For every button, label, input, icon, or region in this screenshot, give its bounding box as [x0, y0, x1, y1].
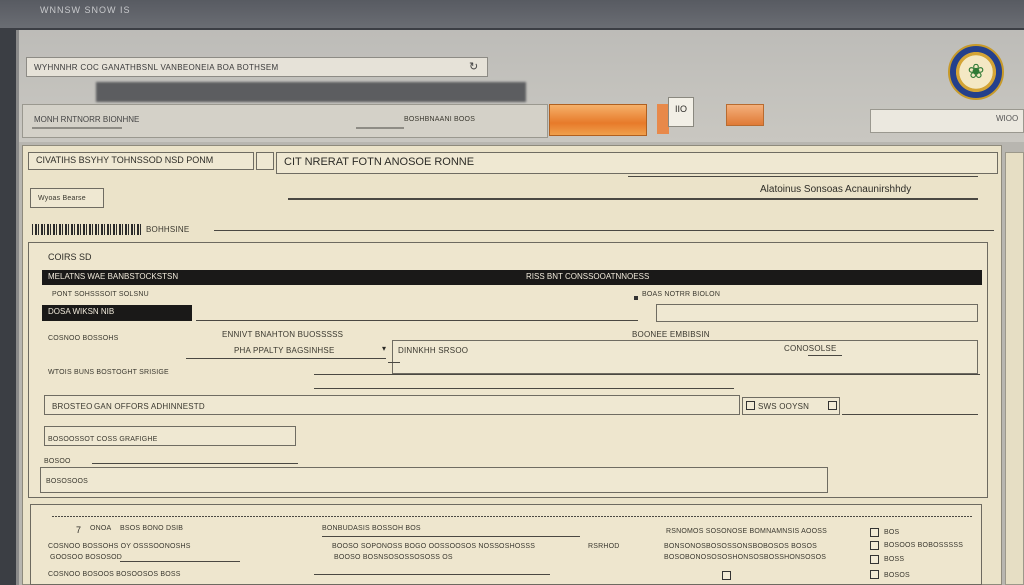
dark-field: DOSA WIKSN NIB — [42, 305, 192, 321]
divider — [388, 362, 400, 363]
table-cell: COSNOO BOSSOHS OY OSSSOONOSHS — [48, 543, 191, 550]
checkbox[interactable] — [746, 401, 755, 410]
tab-underline — [32, 127, 122, 129]
check-label: BOSOS — [884, 572, 910, 579]
divider — [628, 176, 978, 177]
divider — [322, 536, 580, 537]
checkbox[interactable] — [870, 570, 879, 579]
section-header-bar: MELATNS WAE BANBSTOCKSTSN RISS BNT CONSS… — [42, 270, 982, 285]
active-tab[interactable] — [549, 104, 647, 136]
checkbox[interactable] — [870, 528, 879, 537]
check-label: BOSOOS BOBOSSSSS — [884, 542, 964, 549]
table-cell: COSNOO BOSOOS BOSOOSOS BOSS — [48, 571, 181, 578]
column-header: BSOS BONO DSIB — [120, 525, 184, 532]
field-label: BOSOOSSOT COSS GRAFIGHE — [48, 436, 158, 443]
section-title: COIRS SD — [48, 252, 92, 262]
type-select-label: SWS OOYSN — [758, 402, 810, 411]
input-line[interactable] — [92, 463, 298, 464]
field-label: PONT SOHSSSOIT SOLSNU — [52, 291, 149, 298]
input-line[interactable] — [314, 374, 980, 375]
small-box-label: Wyoas Bearse — [38, 195, 86, 202]
input-line[interactable] — [186, 358, 386, 359]
check-label: BOSS — [884, 556, 905, 563]
dropdown-select[interactable] — [392, 340, 978, 374]
dotted-divider — [52, 516, 972, 517]
tab-chip[interactable] — [726, 104, 764, 126]
bar-left-label: MELATNS WAE BANBSTOCKSTSN — [48, 272, 179, 281]
window-titlebar — [0, 0, 1024, 28]
input-line — [808, 355, 842, 356]
seal-emblem-icon: ❀ — [967, 61, 985, 83]
input-line[interactable] — [196, 320, 638, 321]
field-label: WTOIS BUNS BOSTOGHT SRISIGE — [48, 369, 169, 376]
chevron-down-icon[interactable]: ▾ — [382, 344, 386, 353]
tab-underline — [356, 127, 404, 129]
column-header: RSNOMOS SOSONOSE BOMNAMNSIS AOOSS — [666, 528, 828, 535]
field-label: CONOSOLSE — [784, 344, 837, 353]
field-label: ENNIVT BNAHTON BUOSSSSS — [222, 330, 344, 339]
field-label: BOSOSOOS — [46, 478, 89, 485]
checkbox[interactable] — [828, 401, 837, 410]
column-header: RSRHOD — [588, 543, 620, 550]
text-input[interactable] — [656, 304, 978, 322]
input-line[interactable] — [314, 388, 734, 389]
form-title: CIVATIHS BSYHY TOHNSSOD NSD PONM — [36, 155, 214, 165]
toolbar-shadow — [96, 82, 526, 102]
field-label: COSNOO BOSSOHS — [48, 335, 119, 342]
barcode-label: BOHHSINE — [146, 225, 190, 234]
refresh-icon[interactable]: ↻ — [469, 60, 478, 73]
bar-right-label: RISS BNT CONSSOOATNNOESS — [526, 272, 650, 281]
agency-name: Alatoinus Sonsoas Acnaunirshhdy — [760, 184, 912, 195]
tab-label: MONH RNTNORR BIONHNE — [34, 115, 140, 124]
table-cell: BOOSO SOPONOSS BOGO OOSSOOSOS NOSSOSHOSS… — [332, 543, 536, 550]
checkbox[interactable] — [870, 541, 879, 550]
field-label: BOSOO — [44, 458, 71, 465]
window-title: WNNSW SNOW IS — [40, 5, 131, 15]
address-value: GAN OFFORS ADHINNESTD — [94, 402, 205, 411]
field-value: PHA PPALTY BAGSINHSE — [234, 346, 335, 355]
field-label: BOAS NOTRR BIOLON — [642, 291, 721, 298]
form-header-title: CIT NRERAT FOTN ANOSOE RONNE — [284, 156, 475, 168]
barcode — [32, 224, 142, 235]
row-index: 7 — [76, 525, 82, 535]
form-title-divider — [256, 152, 274, 170]
text-input[interactable] — [40, 467, 828, 493]
scrollbar[interactable] — [1005, 152, 1024, 585]
field-label: BOONEE EMBIBSIN — [632, 330, 710, 339]
input-line[interactable] — [842, 414, 978, 415]
tab-box[interactable]: IIO — [668, 97, 694, 127]
bullet-icon — [634, 296, 638, 300]
input-line[interactable] — [120, 561, 240, 562]
checkbox[interactable] — [870, 555, 879, 564]
table-cell: BOOSO BOSNSOSOSSOSOSS OS — [334, 554, 453, 561]
checkbox[interactable] — [722, 571, 731, 580]
table-cell: BOSOBONOSOSOSHONSOSBOSSHONSOSOS — [664, 554, 827, 561]
address-text: WYHNNHR COC GANATHBSNL VANBEONEIA BOA BO… — [34, 63, 279, 72]
search-input-text: WIOO — [996, 114, 1019, 123]
tab2-label: BOSHBNAANI BOOS — [404, 116, 476, 123]
table-cell: BONSONOSBOSOSSONSBOBOSOS BOSOS — [664, 543, 818, 550]
divider — [288, 198, 978, 200]
address-label: BROSTEO — [52, 402, 93, 411]
divider — [214, 230, 994, 231]
column-header: ONOA — [90, 525, 112, 532]
check-label: BOS — [884, 529, 900, 536]
table-cell: GOOSOO BOSOSOD — [50, 554, 123, 561]
column-header: BONBUDASIS BOSSOH BOS — [322, 525, 421, 532]
input-line[interactable] — [314, 574, 550, 575]
dropdown-value: DINNKHH SRSOO — [398, 346, 469, 355]
